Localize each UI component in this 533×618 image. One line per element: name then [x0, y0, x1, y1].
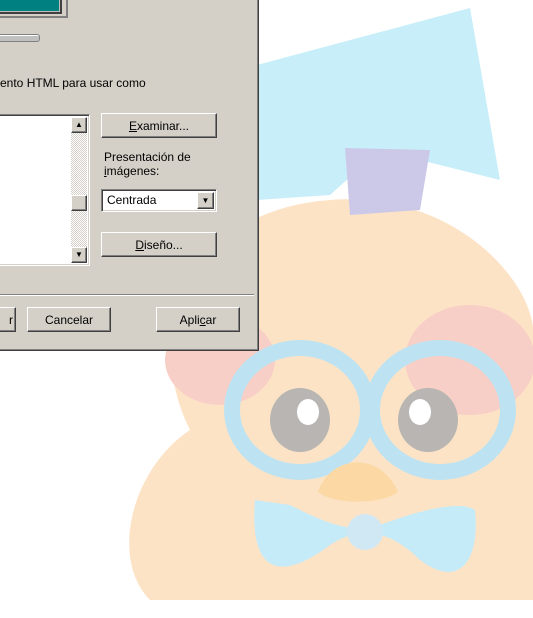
html-document-label: ento HTML para usar como [0, 76, 146, 90]
image-display-value: Centrada [107, 193, 157, 207]
wallpaper-listbox[interactable]: ▲ ▼ [0, 114, 90, 266]
design-button[interactable]: Diseño... [101, 232, 217, 257]
scroll-down-glyph: ▼ [75, 250, 83, 259]
listbox-scrollbar[interactable]: ▲ ▼ [71, 117, 87, 263]
monitor-screen [0, 0, 62, 14]
wallpaper-bow-knot [345, 148, 430, 215]
apply-button-label: Aplicar [179, 312, 217, 327]
cancel-button-label: Cancelar [44, 312, 94, 327]
image-display-label-line2: imágenes: [104, 164, 160, 178]
scroll-up-glyph: ▲ [75, 120, 83, 129]
apply-button[interactable]: Aplicar [156, 307, 240, 332]
scroll-up-arrow-icon[interactable]: ▲ [71, 117, 87, 133]
monitor-preview [0, 0, 70, 44]
scroll-thumb[interactable] [71, 195, 87, 211]
image-display-select[interactable]: Centrada ▼ [101, 189, 217, 212]
display-properties-dialog: ento HTML para usar como ▲ ▼ Examinar...… [0, 0, 259, 351]
image-display-label: Presentación de imágenes: [104, 150, 234, 178]
scroll-down-arrow-icon[interactable]: ▼ [71, 247, 87, 263]
dialog-separator [0, 294, 254, 296]
browse-button[interactable]: Examinar... [101, 113, 217, 138]
cancel-button[interactable]: Cancelar [27, 307, 111, 332]
dropdown-arrow-icon[interactable]: ▼ [197, 192, 214, 209]
dropdown-arrow-glyph: ▼ [201, 196, 210, 205]
ok-button-label: r [9, 312, 13, 327]
design-button-label: Diseño... [135, 237, 183, 252]
monitor-stand [0, 34, 40, 42]
browse-button-label: Examinar... [128, 118, 190, 133]
ok-button[interactable]: r [0, 307, 16, 332]
image-display-label-line1: Presentación de [104, 150, 191, 164]
